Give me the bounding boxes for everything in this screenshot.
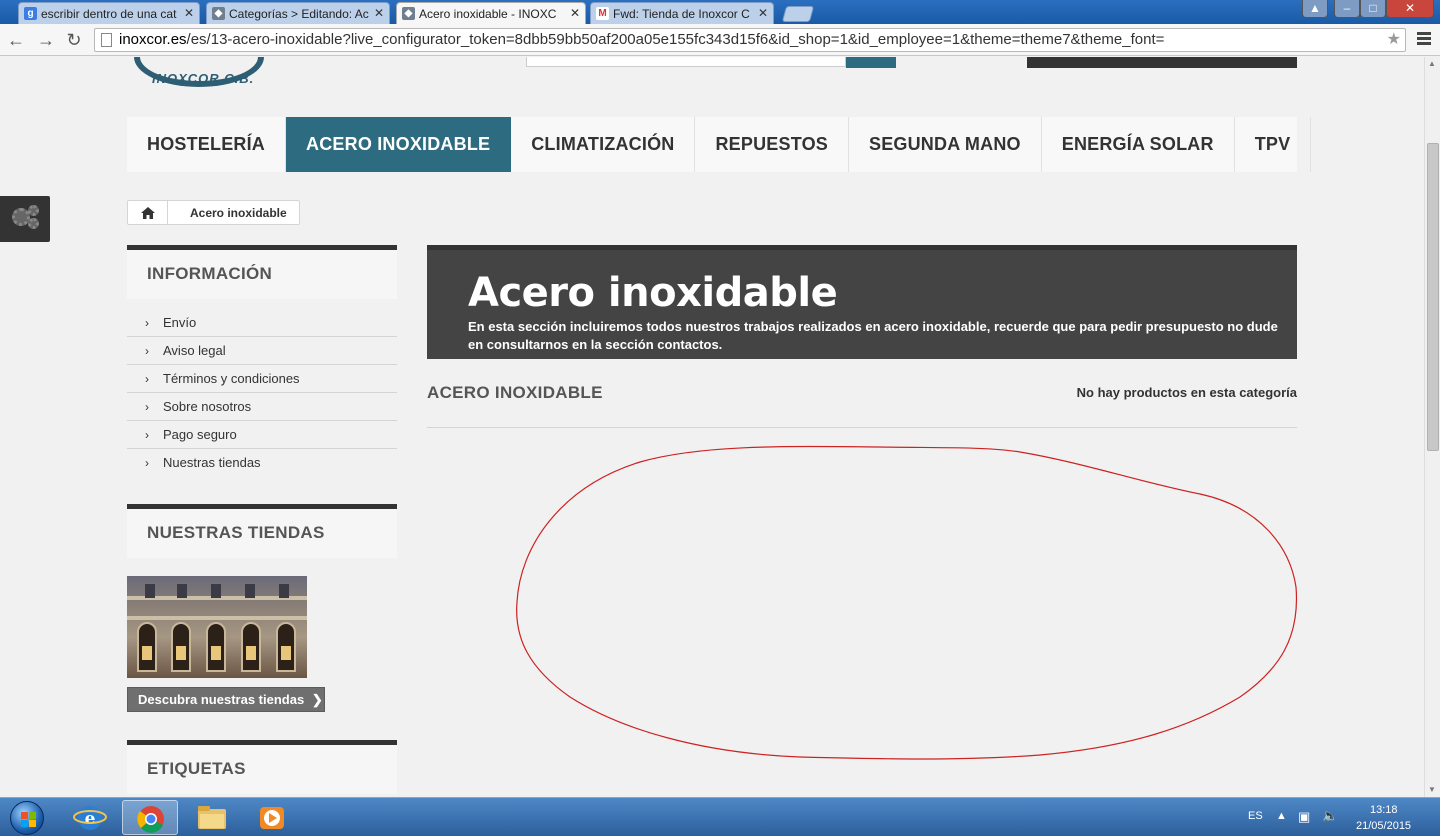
page-scrollbar[interactable]: ▲ ▼ (1424, 57, 1440, 797)
tab-label: escribir dentro de una cat (41, 7, 177, 21)
browser-tab-1[interactable]: g escribir dentro de una cat ✕ (18, 2, 200, 24)
scroll-up-arrow-icon[interactable]: ▲ (1428, 59, 1436, 68)
prestashop-icon: ◆ (212, 7, 225, 20)
clock-date[interactable]: 21/05/2015 (1356, 820, 1411, 832)
maximize-button[interactable]: □ (1360, 0, 1386, 18)
tab-label: Categorías > Editando: Ac (229, 7, 369, 21)
user-profile-button[interactable]: ▲ (1302, 0, 1328, 18)
prestashop-icon: ◆ (402, 7, 415, 20)
file-explorer-icon[interactable] (184, 800, 240, 835)
chrome-icon[interactable] (122, 800, 178, 835)
show-hidden-icons-arrow-icon[interactable]: ▲ (1276, 810, 1287, 822)
url-host: inoxcor.es (119, 31, 187, 48)
windows-logo-icon (10, 801, 44, 835)
tab-label: Acero inoxidable - INOXC (419, 7, 557, 21)
browser-tab-4[interactable]: M Fwd: Tienda de Inoxcor C ✕ (590, 2, 774, 24)
tab-close-icon[interactable]: ✕ (570, 6, 580, 20)
network-icon[interactable]: ▣ (1298, 809, 1310, 825)
clock-time[interactable]: 13:18 (1370, 804, 1398, 816)
url-path: /es/13-acero-inoxidable?live_configurato… (186, 31, 1165, 48)
scroll-down-arrow-icon[interactable]: ▼ (1428, 785, 1436, 794)
browser-tab-3-active[interactable]: ◆ Acero inoxidable - INOXC ✕ (396, 2, 586, 24)
tab-close-icon[interactable]: ✕ (184, 6, 194, 20)
scrollbar-thumb[interactable] (1427, 143, 1439, 451)
reload-icon[interactable]: ↻ (62, 28, 86, 52)
web-page: INOXCOR C.B. HOSTELERÍA ACERO INOXIDABLE… (0, 57, 1424, 797)
tab-close-icon[interactable]: ✕ (374, 6, 384, 20)
gmail-icon: M (596, 7, 609, 20)
chrome-menu-icon[interactable] (1414, 30, 1434, 50)
language-indicator[interactable]: ES (1248, 810, 1263, 822)
tab-close-icon[interactable]: ✕ (758, 6, 768, 20)
page-icon (101, 33, 112, 47)
media-player-icon[interactable] (244, 800, 300, 835)
minimize-button[interactable]: – (1334, 0, 1360, 18)
tab-label: Fwd: Tienda de Inoxcor C (613, 7, 750, 21)
browser-toolbar: ← → ↻ inoxcor.es/es/13-acero-inoxidable?… (0, 24, 1440, 56)
back-arrow-icon[interactable]: ← (4, 28, 28, 52)
windows-taskbar: e ES ▲ ▣ 🔈 13:18 21/05/2015 (0, 797, 1440, 836)
browser-tab-2[interactable]: ◆ Categorías > Editando: Ac ✕ (206, 2, 390, 24)
forward-arrow-icon[interactable]: → (34, 28, 58, 52)
address-bar[interactable]: inoxcor.es/es/13-acero-inoxidable?live_c… (94, 28, 1406, 52)
new-tab-button[interactable] (781, 6, 815, 22)
person-icon: ▲ (1309, 1, 1321, 15)
start-button[interactable] (2, 799, 52, 836)
google-icon: g (24, 7, 37, 20)
close-window-button[interactable]: ✕ (1386, 0, 1434, 18)
internet-explorer-icon[interactable]: e (62, 800, 118, 835)
volume-muted-icon[interactable]: 🔈 (1322, 808, 1338, 824)
bookmark-star-icon[interactable]: ★ (1387, 29, 1401, 51)
red-annotation-ellipse (516, 445, 1298, 760)
browser-tab-strip: g escribir dentro de una cat ✕ ◆ Categor… (0, 0, 1440, 24)
